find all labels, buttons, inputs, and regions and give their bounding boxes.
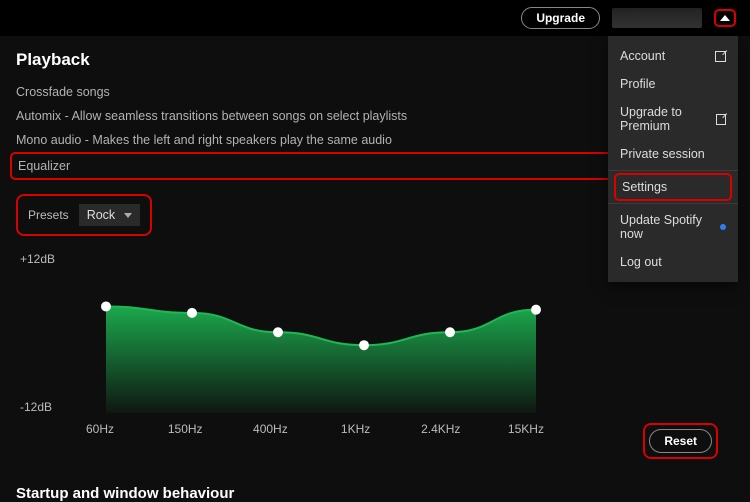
row-crossfade-label: Crossfade songs	[16, 85, 110, 99]
menu-profile[interactable]: Profile	[608, 70, 738, 98]
chevron-up-icon	[720, 15, 730, 21]
db-top-label: +12dB	[20, 252, 55, 266]
equalizer-svg[interactable]	[86, 258, 556, 413]
presets-group: Presets Rock	[16, 194, 152, 236]
freq-4: 2.4KHz	[411, 422, 471, 436]
menu-upgrade-label: Upgrade to Premium	[620, 105, 716, 133]
db-bot-label: -12dB	[20, 400, 52, 414]
freq-1: 150Hz	[155, 422, 215, 436]
row-equalizer-label: Equalizer	[18, 159, 70, 173]
freq-3: 1KHz	[326, 422, 386, 436]
menu-logout[interactable]: Log out	[608, 248, 738, 276]
menu-private-label: Private session	[620, 147, 705, 161]
preset-select[interactable]: Rock	[79, 204, 140, 226]
user-dropdown: Account Profile Upgrade to Premium Priva…	[608, 36, 738, 282]
menu-private-session[interactable]: Private session	[608, 140, 738, 168]
menu-separator	[608, 203, 738, 204]
menu-account-label: Account	[620, 49, 665, 63]
update-dot-icon	[720, 224, 726, 230]
upgrade-button[interactable]: Upgrade	[521, 7, 600, 29]
reset-button[interactable]: Reset	[649, 429, 712, 453]
presets-label: Presets	[28, 208, 69, 222]
menu-separator	[608, 170, 738, 171]
menu-account[interactable]: Account	[608, 42, 738, 70]
eq-handle[interactable]	[359, 340, 369, 350]
eq-handle[interactable]	[101, 301, 111, 311]
menu-upgrade[interactable]: Upgrade to Premium	[608, 98, 738, 140]
section-startup-title: Startup and window behaviour	[16, 485, 726, 502]
user-menu-chevron[interactable]	[714, 9, 736, 27]
freq-2: 400Hz	[240, 422, 300, 436]
freq-0: 60Hz	[70, 422, 130, 436]
reset-wrap: Reset	[643, 423, 718, 459]
freq-5: 15KHz	[496, 422, 556, 436]
menu-update-label: Update Spotify now	[620, 213, 720, 241]
menu-settings[interactable]: Settings	[614, 173, 732, 201]
row-automix-label: Automix - Allow seamless transitions bet…	[16, 109, 407, 123]
eq-handle[interactable]	[531, 305, 541, 315]
menu-settings-label: Settings	[622, 180, 667, 194]
menu-update[interactable]: Update Spotify now	[608, 206, 738, 248]
topbar: Upgrade	[0, 0, 750, 36]
user-menu-button[interactable]	[612, 8, 702, 28]
external-link-icon	[716, 114, 726, 125]
eq-handle[interactable]	[445, 327, 455, 337]
freq-labels: 60Hz 150Hz 400Hz 1KHz 2.4KHz 15KHz	[86, 422, 556, 436]
eq-handle[interactable]	[187, 308, 197, 318]
menu-profile-label: Profile	[620, 77, 655, 91]
eq-handle[interactable]	[273, 327, 283, 337]
row-mono-label: Mono audio - Makes the left and right sp…	[16, 133, 392, 147]
external-link-icon	[715, 51, 726, 62]
menu-logout-label: Log out	[620, 255, 662, 269]
